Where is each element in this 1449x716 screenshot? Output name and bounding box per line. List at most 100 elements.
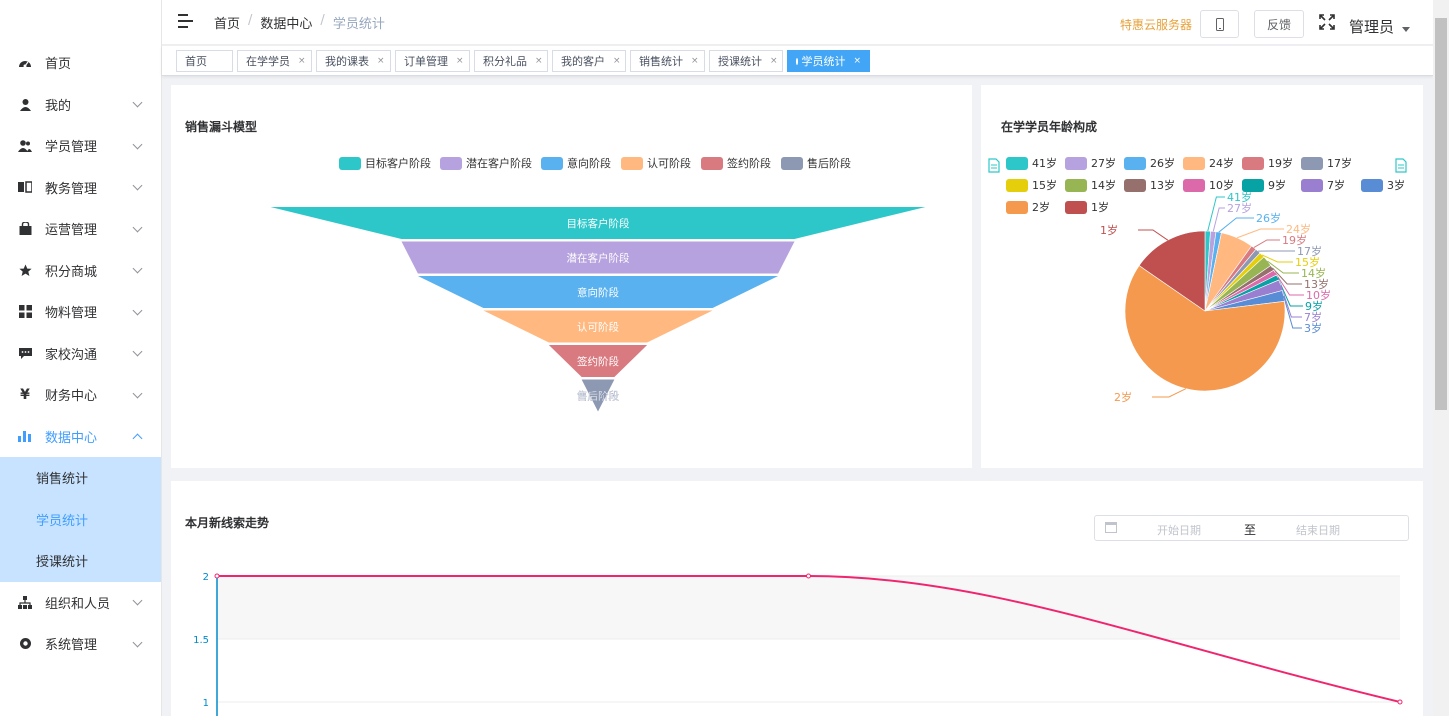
pie-legend-item[interactable]: 1岁 [1065,200,1109,214]
tag-2[interactable]: 我的课表 × [316,50,391,72]
hamburger-icon[interactable] [178,14,193,28]
funnel-legend-item[interactable]: 售后阶段 [781,156,851,170]
submenu-item-1[interactable]: 学员统计 [0,499,161,541]
data-view-icon[interactable] [1395,158,1407,173]
tag-0[interactable]: 首页 [176,50,233,72]
funnel-segment[interactable]: 目标客户阶段 [270,207,926,239]
trend-point[interactable] [1397,699,1403,705]
pie-legend-item[interactable]: 24岁 [1183,156,1234,170]
star-icon [18,263,32,277]
sidebar-item-label: 财务中心 [45,389,98,405]
sidebar-item-6[interactable]: 物料管理 [0,291,161,333]
funnel-segment-label: 目标客户阶段 [567,217,630,230]
tag-close-icon[interactable]: × [456,56,464,66]
sidebar-item-11[interactable]: 系统管理 [0,623,161,665]
sidebar-item-0[interactable]: 首页 [0,42,161,84]
funnel-segment[interactable]: 售后阶段 [577,379,620,412]
tag-4[interactable]: 积分礼品 × [474,50,548,72]
trend-point[interactable] [214,573,220,579]
sidebar-item-4[interactable]: 运营管理 [0,208,161,250]
sidebar-item-label: 系统管理 [45,638,98,654]
sidebar-item-5[interactable]: 积分商城 [0,250,161,292]
funnel-legend-item[interactable]: 意向阶段 [541,156,611,170]
pie-legend-item[interactable]: 26岁 [1124,156,1175,170]
chevron-down-icon [132,263,143,274]
sidebar-item-9[interactable]: 数据中心 [0,416,161,458]
pie-slice-label: 27岁 [1227,201,1252,215]
funnel-legend-item[interactable]: 潜在客户阶段 [440,156,532,170]
page-scrollbar[interactable] [1433,0,1449,716]
pie-legend-item[interactable]: 2岁 [1006,200,1050,214]
tag-8[interactable]: 学员统计 × [787,50,870,72]
chevron-down-icon [132,97,143,108]
tag-1[interactable]: 在学学员 × [237,50,312,72]
tag-close-icon[interactable]: × [770,56,778,66]
funnel-legend-item[interactable]: 签约阶段 [701,156,771,170]
pie-slice-label: 26岁 [1256,211,1281,225]
pie-legend-item[interactable]: 19岁 [1242,156,1293,170]
bag-icon [18,222,32,236]
breadcrumb-current: 学员统计 [332,17,385,32]
grid-band [217,576,1400,639]
funnel-segment[interactable]: 潜在客户阶段 [401,241,795,274]
pie-legend-item[interactable]: 17岁 [1301,156,1352,170]
pie-legend-item[interactable]: 9岁 [1242,178,1286,192]
sidebar-item-3[interactable]: 教务管理 [0,167,161,209]
pie-legend-item[interactable]: 14岁 [1065,178,1116,192]
pie-legend-swatch [1361,179,1383,192]
pie-legend-item[interactable]: 3岁 [1361,178,1405,192]
submenu-item-0[interactable]: 销售统计 [0,457,161,499]
pie-legend-item[interactable]: 10岁 [1183,178,1234,192]
tag-close-icon[interactable]: × [613,56,621,66]
tag-close-icon[interactable]: × [691,56,699,66]
funnel-legend-item[interactable]: 目标客户阶段 [339,156,431,170]
funnel-legend-label: 意向阶段 [567,156,611,170]
funnel-segment[interactable]: 认可阶段 [483,310,713,343]
trend-point[interactable] [806,573,811,579]
mobile-button[interactable] [1200,10,1239,38]
scrollbar-thumb[interactable] [1435,18,1447,410]
age-pie-chart: 41岁 27岁 26岁 24岁 19岁 17岁 15岁 14岁 13岁 10岁 9岁 7岁 3岁 2岁 1岁… [988,156,1407,404]
breadcrumb-data-center[interactable]: 数据中心 [260,13,312,32]
pie-legend-item[interactable]: 15岁 [1006,178,1057,192]
fullscreen-icon[interactable] [1319,14,1335,30]
funnel-legend-swatch [701,157,723,170]
sidebar-item-7[interactable]: 家校沟通 [0,333,161,375]
funnel-legend-swatch [781,157,803,170]
user-dropdown[interactable]: 管理员 [1349,16,1411,37]
pie-legend-label: 2岁 [1032,200,1050,214]
tag-close-icon[interactable]: × [298,56,306,66]
sidebar-item-10[interactable]: 组织和人员 [0,582,161,624]
pie-legend-label: 17岁 [1327,156,1352,170]
tag-6[interactable]: 销售统计 × [630,50,705,72]
tag-7[interactable]: 授课统计 × [709,50,783,72]
pie-legend-item[interactable]: 7岁 [1301,178,1345,192]
end-date-input[interactable]: 结束日期 [1296,522,1340,538]
funnel-legend-item[interactable]: 认可阶段 [621,156,691,170]
top-header: 首页 / 数据中心 / 学员统计 特惠云服务器 反馈 管理员 [162,0,1433,45]
breadcrumb-home[interactable]: 首页 [214,13,240,32]
pie-legend-item[interactable]: 41岁 [1006,156,1057,170]
chevron-down-icon [132,305,143,316]
breadcrumb-separator: / [248,13,253,28]
feedback-button[interactable]: 反馈 [1254,10,1304,38]
tag-close-icon[interactable]: × [377,56,385,66]
tag-3[interactable]: 订单管理 × [395,50,470,72]
sidebar-item-8[interactable]: ¥ 财务中心 [0,374,161,416]
pie-legend-item[interactable]: 13岁 [1124,178,1175,192]
funnel-segment[interactable]: 意向阶段 [417,276,779,308]
promo-link[interactable]: 特惠云服务器 [1120,16,1192,33]
tag-5[interactable]: 我的客户 × [552,50,626,72]
start-date-input[interactable]: 开始日期 [1157,522,1201,538]
sidebar-item-1[interactable]: 我的 [0,84,161,126]
pie-legend-label: 27岁 [1091,156,1116,170]
pie-legend-label: 3岁 [1387,178,1405,192]
submenu-item-2[interactable]: 授课统计 [0,540,161,582]
tag-close-icon[interactable]: × [535,56,543,66]
pie-legend-item[interactable]: 27岁 [1065,156,1116,170]
sidebar-item-2[interactable]: 学员管理 [0,125,161,167]
funnel-segment[interactable]: 签约阶段 [548,345,648,377]
tag-close-icon[interactable]: × [853,56,861,66]
data-view-icon[interactable] [988,158,1000,173]
date-range-picker[interactable]: 开始日期 至 结束日期 [1094,515,1409,541]
